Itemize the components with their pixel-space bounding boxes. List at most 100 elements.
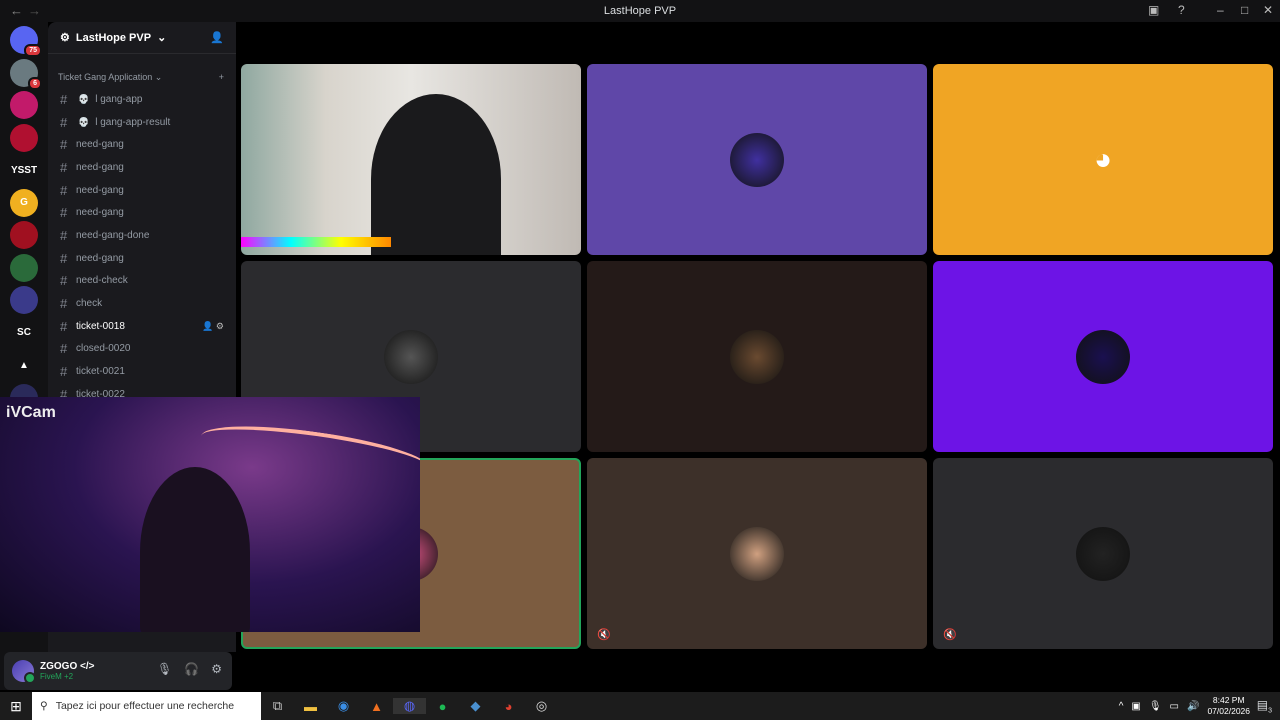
server-icon[interactable] <box>10 221 38 249</box>
channel-l-gang-app[interactable]: # 💀 l gang-app <box>48 88 236 111</box>
help-icon[interactable]: ? <box>1178 3 1185 17</box>
channel-need-gang[interactable]: # need-gang <box>48 133 236 156</box>
server-icon[interactable]: YSST <box>10 156 38 184</box>
channel-name: l gang-app-result <box>95 116 171 128</box>
channel-need-check[interactable]: # need-check <box>48 270 236 293</box>
inbox-icon[interactable]: ▣ <box>1148 3 1159 17</box>
notifications-icon[interactable]: ▤3 <box>1257 698 1272 714</box>
avatar <box>730 132 784 187</box>
steam-icon[interactable]: ◆ <box>459 698 492 714</box>
channel-l-gang-app-result[interactable]: # 💀 l gang-app-result <box>48 111 236 134</box>
participant-tile[interactable]: 🔇 <box>933 458 1273 649</box>
maximize-button[interactable]: □ <box>1241 3 1248 17</box>
system-tray: ^ ▣ 🎙 ▭ 🔊 8:42 PM 07/02/2026 <box>1119 695 1250 717</box>
search-icon: ⚲ <box>40 700 48 712</box>
avatar[interactable] <box>12 660 36 684</box>
ivcam-label: iVCam <box>6 404 56 421</box>
invite-icon[interactable]: 👤 <box>210 31 224 44</box>
hash-icon: # <box>60 296 68 312</box>
settings-icon[interactable]: ⚙ <box>216 321 224 331</box>
category-label: Ticket Gang Application <box>58 72 153 82</box>
server-icon[interactable]: ▲ <box>10 351 38 379</box>
channel-need-gang[interactable]: # need-gang <box>48 201 236 224</box>
hash-icon: # <box>60 114 68 130</box>
channel-ticket-0018[interactable]: # ticket-0018 👤 ⚙ <box>48 315 236 338</box>
channel-category[interactable]: Ticket Gang Application ⌄ + <box>48 54 236 88</box>
channel-name: need-gang <box>76 161 124 173</box>
taskbar: ⊞ ⚲ Tapez ici pour effectuer une recherch… <box>0 692 1280 720</box>
ivcam-overlay[interactable]: iVCam <box>0 397 420 632</box>
participant-tile[interactable]: ◕ <box>933 64 1273 255</box>
user-panel: ZGOGO </> FiveM +2 🎙 🎧 ⚙ <box>4 652 232 690</box>
time: 8:42 PM <box>1212 695 1245 705</box>
mention-badge: 75 <box>24 44 42 57</box>
channel-need-gang[interactable]: # need-gang <box>48 156 236 179</box>
rgb-keyboard <box>241 237 391 247</box>
channel-check[interactable]: # check <box>48 292 236 315</box>
server-icon[interactable] <box>10 253 38 282</box>
participant-tile[interactable] <box>587 261 927 452</box>
avatar <box>1076 329 1130 384</box>
settings-icon[interactable]: ⚙ <box>211 662 222 676</box>
clock[interactable]: 8:42 PM 07/02/2026 <box>1207 695 1250 717</box>
channel-name: need-gang <box>76 184 124 196</box>
channel-ticket-0021[interactable]: # ticket-0021 <box>48 360 236 383</box>
server-icon[interactable] <box>10 286 38 314</box>
microphone-icon[interactable]: 🎙 <box>157 662 172 676</box>
network-icon[interactable]: ▭ <box>1170 701 1179 712</box>
hash-icon: # <box>60 91 68 107</box>
participant-tile[interactable] <box>933 261 1273 452</box>
spotify-icon[interactable]: ● <box>426 699 459 714</box>
server-header[interactable]: ⚙ LastHope PVP ⌄ 👤 <box>48 22 236 54</box>
avatar <box>730 526 784 581</box>
task-view-icon[interactable]: ⧉ <box>261 698 294 714</box>
hash-icon: # <box>60 364 68 380</box>
skull-icon: 💀 <box>78 93 90 104</box>
windows-start-icon[interactable]: ⊞ <box>0 698 32 715</box>
channel-closed-0020[interactable]: # closed-0020 <box>48 338 236 361</box>
server-icon[interactable]: SC <box>10 318 38 347</box>
channel-name: need-gang <box>76 207 124 219</box>
video-tile-camera[interactable] <box>241 64 581 255</box>
taskbar-search[interactable]: ⚲ Tapez ici pour effectuer une recherche <box>32 692 261 720</box>
participant-tile[interactable]: 🔇 <box>587 458 927 649</box>
channel-name: l gang-app <box>95 93 143 105</box>
server-icon[interactable] <box>10 91 38 119</box>
chrome-icon[interactable]: ◕ <box>492 699 525 714</box>
led-strip <box>198 416 420 488</box>
camera-icon[interactable]: ▣ <box>1131 701 1140 712</box>
channel-name: need-gang <box>76 139 124 151</box>
add-channel-icon[interactable]: + <box>219 72 224 82</box>
discord-home-icon[interactable]: 75 <box>10 26 42 57</box>
user-status: FiveM +2 <box>40 672 74 681</box>
minimize-button[interactable]: – <box>1217 3 1224 17</box>
channel-name: check <box>76 298 103 310</box>
avatar <box>730 329 784 384</box>
server-icon[interactable] <box>10 123 38 152</box>
channel-need-gang[interactable]: # need-gang <box>48 179 236 202</box>
server-boost-icon: ⚙ <box>60 32 70 44</box>
server-icon[interactable]: G <box>10 188 38 217</box>
channel-name: closed-0020 <box>76 343 131 355</box>
search-placeholder: Tapez ici pour effectuer une recherche <box>55 700 235 712</box>
muted-icon: 🔇 <box>597 629 611 641</box>
headphones-icon[interactable]: 🎧 <box>184 662 199 676</box>
channel-need-gang[interactable]: # need-gang <box>48 247 236 270</box>
microphone-icon[interactable]: 🎙 <box>1149 701 1162 712</box>
discord-icon[interactable]: ◍ <box>393 698 426 714</box>
username: ZGOGO </> <box>40 661 95 672</box>
chevron-up-icon[interactable]: ^ <box>1119 701 1124 712</box>
invite-icon[interactable]: 👤 <box>202 321 213 331</box>
app-icon[interactable]: ◉ <box>327 698 360 714</box>
server-label: YSST <box>10 164 38 176</box>
participant-tile[interactable] <box>587 64 927 255</box>
file-explorer-icon[interactable]: ▬ <box>294 699 327 714</box>
channel-need-gang-done[interactable]: # need-gang-done <box>48 224 236 247</box>
channel-name: ticket-0021 <box>76 366 125 378</box>
hash-icon: # <box>60 137 68 153</box>
server-icon[interactable]: 6 <box>10 58 42 90</box>
app-icon[interactable]: ◎ <box>525 698 558 714</box>
volume-icon[interactable]: 🔊 <box>1187 701 1199 712</box>
app-icon[interactable]: ▲ <box>360 699 393 714</box>
close-button[interactable]: ✕ <box>1263 3 1273 17</box>
